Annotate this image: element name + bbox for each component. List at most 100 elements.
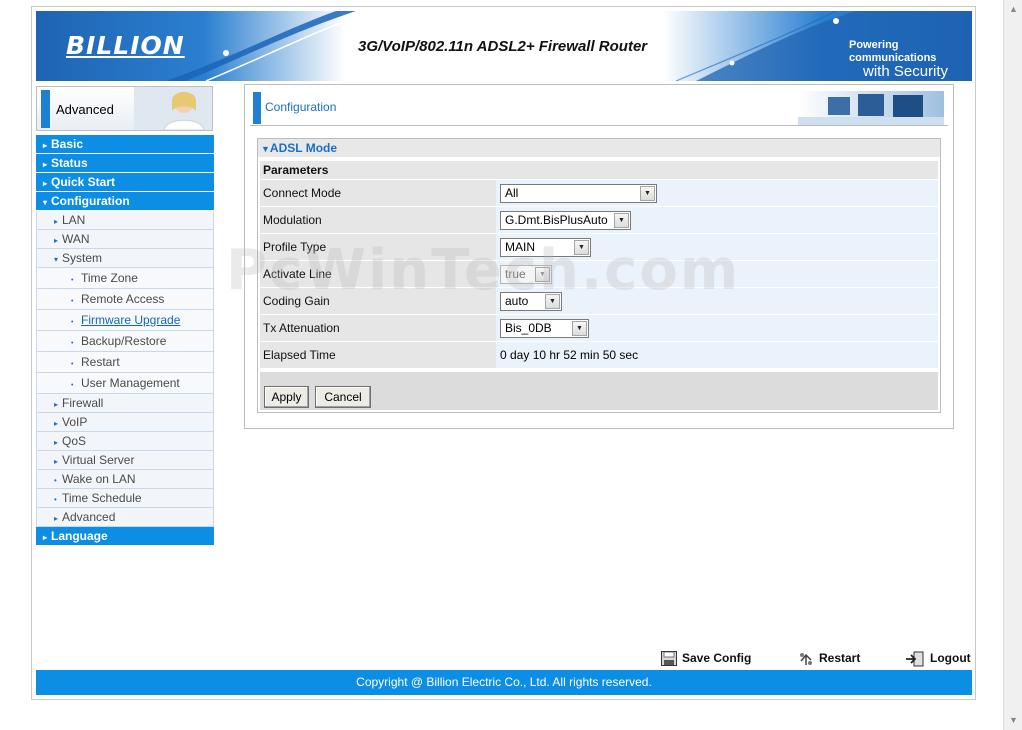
tagline-line2: with Security xyxy=(863,63,949,80)
sidebar-item-wake-on-lan[interactable]: • Wake on LAN xyxy=(36,470,214,489)
dropdown-icon[interactable]: ▼ xyxy=(614,213,629,228)
save-config-link[interactable]: Save Config xyxy=(661,649,751,667)
activate-line-select: true ▼ xyxy=(500,265,552,284)
sidebar-item-remote-access[interactable]: • Remote Access xyxy=(36,289,214,310)
mode-accent-bar xyxy=(41,90,50,128)
product-title: 3G/VoIP/802.11n ADSL2+ Firewall Router xyxy=(358,38,648,55)
arrow-right-icon: ▸ xyxy=(54,419,59,428)
copyright-bar: Copyright @ Billion Electric Co., Ltd. A… xyxy=(36,670,972,695)
arrow-right-icon: ▸ xyxy=(54,457,59,466)
arrow-right-icon: ▸ xyxy=(54,438,59,447)
elapsed-time-label: Elapsed Time xyxy=(260,342,496,368)
arrow-right-icon: ▸ xyxy=(43,160,48,169)
restart-icon xyxy=(800,653,812,666)
arrow-right-icon: ▸ xyxy=(54,236,59,245)
page-title: Configuration xyxy=(265,100,337,114)
sidebar-item-backup-restore[interactable]: • Backup/Restore xyxy=(36,331,214,352)
arrow-down-icon: ▼ xyxy=(261,144,270,154)
table-row: Coding Gain auto ▼ xyxy=(260,288,938,315)
profile-type-label: Profile Type xyxy=(260,234,496,260)
connect-mode-select[interactable]: All ▼ xyxy=(500,184,657,203)
coding-gain-label: Coding Gain xyxy=(260,288,496,314)
tagline: Powering communications with Security xyxy=(849,39,972,80)
scroll-down-icon[interactable]: ▼ xyxy=(1006,713,1021,728)
bullet-icon: • xyxy=(71,298,74,305)
dropdown-icon[interactable]: ▼ xyxy=(572,321,587,336)
arrow-right-icon: ▸ xyxy=(54,217,59,226)
activate-line-label: Activate Line xyxy=(260,261,496,287)
coding-gain-select[interactable]: auto ▼ xyxy=(500,292,562,311)
adsl-mode-section: ▼ADSL Mode Parameters Connect Mode All ▼ xyxy=(257,138,941,413)
sidebar-item-virtual-server[interactable]: ▸ Virtual Server xyxy=(36,451,214,470)
mode-label: Advanced xyxy=(56,102,114,117)
logout-link[interactable]: Logout xyxy=(905,649,971,667)
dropdown-icon[interactable]: ▼ xyxy=(574,240,589,255)
parameters-table: Parameters Connect Mode All ▼ Modulation xyxy=(260,161,938,369)
dropdown-icon[interactable]: ▼ xyxy=(640,186,655,201)
tagline-line1: Powering communications xyxy=(849,39,937,64)
table-row: Connect Mode All ▼ xyxy=(260,180,938,207)
dropdown-icon[interactable]: ▼ xyxy=(545,294,560,309)
sidebar-menu: ▸ Basic ▸ Status ▸ Quick Start ▾ Configurati… xyxy=(36,135,214,546)
sidebar-item-firmware-upgrade[interactable]: • Firmware Upgrade xyxy=(36,310,214,331)
table-row: Profile Type MAIN ▼ xyxy=(260,234,938,261)
table-row: Activate Line true ▼ xyxy=(260,261,938,288)
modulation-label: Modulation xyxy=(260,207,496,233)
sidebar-item-language[interactable]: ▸ Language xyxy=(36,527,214,546)
sidebar-item-user-management[interactable]: • User Management xyxy=(36,373,214,394)
arrow-down-icon: ▾ xyxy=(54,255,59,264)
sidebar-item-advanced[interactable]: ▸ Advanced xyxy=(36,508,214,527)
sidebar-item-restart[interactable]: • Restart xyxy=(36,352,214,373)
mode-indicator: Advanced xyxy=(36,86,213,131)
section-header[interactable]: ▼ADSL Mode xyxy=(258,139,940,157)
sidebar-item-time-schedule[interactable]: • Time Schedule xyxy=(36,489,214,508)
logout-icon xyxy=(906,651,924,667)
sidebar-item-lan[interactable]: ▸ LAN xyxy=(36,211,214,230)
profile-type-select[interactable]: MAIN ▼ xyxy=(500,238,591,257)
bullet-icon: • xyxy=(71,382,74,389)
router-admin-frame: BILLION 3G/VoIP/802.11n ADSL2+ Firewall … xyxy=(31,6,976,700)
cancel-button[interactable]: Cancel xyxy=(315,386,371,408)
table-row: Modulation G.Dmt.BisPlusAuto ▼ xyxy=(260,207,938,234)
elapsed-time-value: 0 day 10 hr 52 min 50 sec xyxy=(496,342,938,368)
arrow-right-icon: ▸ xyxy=(43,179,48,188)
tx-attenuation-label: Tx Attenuation xyxy=(260,315,496,341)
bullet-icon: • xyxy=(71,340,74,347)
sidebar-item-system[interactable]: ▾ System xyxy=(36,249,214,268)
bullet-icon: • xyxy=(71,277,74,284)
table-row: Elapsed Time 0 day 10 hr 52 min 50 sec xyxy=(260,342,938,369)
sidebar-item-configuration[interactable]: ▾ Configuration xyxy=(36,192,214,211)
bullet-icon: • xyxy=(71,319,74,326)
bullet-icon: • xyxy=(54,495,57,504)
sidebar-item-basic[interactable]: ▸ Basic xyxy=(36,135,214,154)
arrow-right-icon: ▸ xyxy=(43,533,48,542)
title-accent-bar xyxy=(253,92,261,124)
sidebar-item-wan[interactable]: ▸ WAN xyxy=(36,230,214,249)
connect-mode-label: Connect Mode xyxy=(260,180,496,206)
modulation-select[interactable]: G.Dmt.BisPlusAuto ▼ xyxy=(500,211,631,230)
sidebar-item-firewall[interactable]: ▸ Firewall xyxy=(36,394,214,413)
arrow-right-icon: ▸ xyxy=(54,400,59,409)
bullet-icon: • xyxy=(71,361,74,368)
arrow-down-icon: ▾ xyxy=(43,198,48,207)
sidebar-item-status[interactable]: ▸ Status xyxy=(36,154,214,173)
sidebar-item-voip[interactable]: ▸ VoIP xyxy=(36,413,214,432)
billion-logo: BILLION xyxy=(66,31,185,60)
content-panel: Configuration ▼ADSL Mode Parameters Conn… xyxy=(244,84,954,429)
sidebar-item-quick-start[interactable]: ▸ Quick Start xyxy=(36,173,214,192)
arrow-right-icon: ▸ xyxy=(43,141,48,150)
parameters-header: Parameters xyxy=(260,161,938,179)
scroll-up-icon[interactable]: ▲ xyxy=(1006,2,1021,17)
section-title: ADSL Mode xyxy=(269,141,338,155)
page-scrollbar[interactable]: ▲ ▼ xyxy=(1003,0,1022,730)
sidebar-item-time-zone[interactable]: • Time Zone xyxy=(36,268,214,289)
bullet-icon: • xyxy=(54,476,57,485)
apply-button[interactable]: Apply xyxy=(264,386,309,408)
restart-link[interactable]: Restart xyxy=(798,649,860,667)
sidebar-item-qos[interactable]: ▸ QoS xyxy=(36,432,214,451)
dropdown-icon: ▼ xyxy=(535,267,550,282)
arrow-right-icon: ▸ xyxy=(54,514,59,523)
page-title-bar: Configuration xyxy=(250,90,948,126)
parameters-header-row: Parameters xyxy=(260,161,938,180)
tx-attenuation-select[interactable]: Bis_0DB ▼ xyxy=(500,319,589,338)
